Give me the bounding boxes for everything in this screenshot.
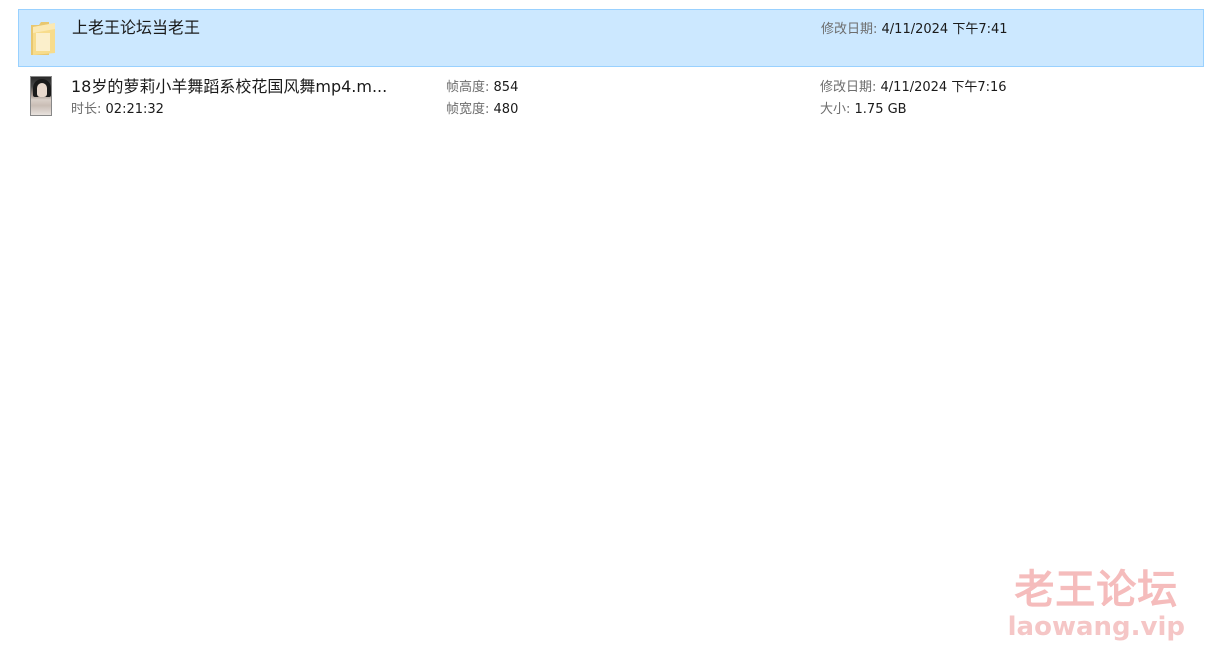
watermark-url-text: laowang.vip — [1007, 612, 1185, 642]
modified-date: 修改日期: 4/11/2024 下午7:41 — [821, 21, 1008, 39]
modified-date-label: 修改日期: — [821, 22, 878, 37]
file-size: 大小: 1.75 GB — [820, 101, 907, 119]
frame-width-value: 480 — [493, 102, 519, 117]
video-thumbnail-icon — [30, 76, 52, 116]
duration-label: 时长: — [71, 102, 102, 117]
thumbnail-face-shape — [37, 83, 47, 97]
file-size-label: 大小: — [820, 102, 851, 117]
modified-date-label: 修改日期: — [820, 80, 877, 95]
file-size-value: 1.75 GB — [854, 102, 907, 117]
frame-width: 帧宽度: 480 — [446, 101, 518, 119]
modified-date-value: 4/11/2024 下午7:41 — [881, 22, 1008, 37]
watermark-chinese-text: 老王论坛 — [1014, 567, 1179, 613]
frame-width-label: 帧宽度: — [446, 102, 490, 117]
list-item-folder[interactable]: 上老王论坛当老王 修改日期: 4/11/2024 下午7:41 — [18, 9, 1204, 67]
file-explorer-content-view: 上老王论坛当老王 修改日期: 4/11/2024 下午7:41 18岁的萝莉小羊… — [0, 0, 1205, 650]
modified-date-value: 4/11/2024 下午7:16 — [880, 80, 1007, 95]
folder-icon — [31, 22, 55, 55]
frame-height: 帧高度: 854 — [446, 79, 518, 97]
modified-date: 修改日期: 4/11/2024 下午7:16 — [820, 79, 1007, 97]
duration: 时长: 02:21:32 — [71, 101, 164, 119]
file-name[interactable]: 上老王论坛当老王 — [72, 18, 200, 38]
watermark: 老王论坛 laowang.vip — [1008, 568, 1185, 642]
frame-height-value: 854 — [493, 80, 519, 95]
frame-height-label: 帧高度: — [446, 80, 490, 95]
duration-value: 02:21:32 — [105, 102, 164, 117]
file-name[interactable]: 18岁的萝莉小羊舞蹈系校花国风舞mp4.m... — [71, 77, 387, 97]
list-item-video[interactable]: 18岁的萝莉小羊舞蹈系校花国风舞mp4.m... 时长: 02:21:32 帧高… — [18, 69, 1204, 127]
